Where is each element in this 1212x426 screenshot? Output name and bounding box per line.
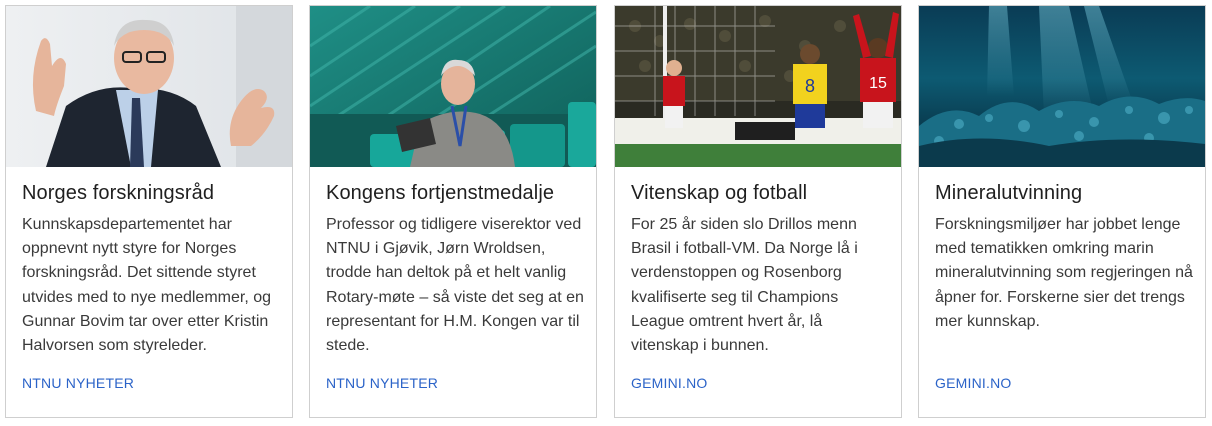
news-card-source-link[interactable]: GEMINI.NO xyxy=(631,374,707,392)
news-card-source-link[interactable]: GEMINI.NO xyxy=(935,374,1011,392)
news-card-summary: Kunnskapsdepartementet har oppnevnt nytt… xyxy=(22,216,272,355)
news-card[interactable]: Norges forskningsråd Kunnskapsdepartemen… xyxy=(5,5,293,418)
underwater-seabed-photo xyxy=(919,6,1205,167)
news-card[interactable]: Kongens fortjenstmedalje Professor og ti… xyxy=(309,5,597,418)
news-card-image[interactable]: 8 15 xyxy=(615,6,901,167)
news-card-source-link[interactable]: NTNU NYHETER xyxy=(22,374,134,392)
news-card-title[interactable]: Vitenskap og fotball xyxy=(631,180,893,206)
news-card-image[interactable] xyxy=(310,6,596,167)
speaker-photo xyxy=(6,6,292,167)
news-card-title[interactable]: Kongens fortjenstmedalje xyxy=(326,180,588,206)
news-card[interactable]: 8 15 Vitenskap og fotball For 25 år side… xyxy=(614,5,902,418)
news-card-source-link[interactable]: NTNU NYHETER xyxy=(326,374,438,392)
news-card-image[interactable] xyxy=(6,6,292,167)
news-card[interactable]: Mineralutvinning Forskningsmiljøer har j… xyxy=(918,5,1206,418)
news-card-summary: For 25 år siden slo Drillos menn Brasil … xyxy=(631,216,858,355)
news-card-title[interactable]: Mineralutvinning xyxy=(935,180,1197,206)
svg-text:15: 15 xyxy=(869,75,887,92)
news-card-image[interactable] xyxy=(919,6,1205,167)
news-card-summary: Forskningsmiljøer har jobbet lenge med t… xyxy=(935,216,1193,330)
football-match-photo: 8 15 xyxy=(615,6,901,167)
news-card-summary: Professor og tidligere viserektor ved NT… xyxy=(326,216,584,355)
svg-text:8: 8 xyxy=(805,76,815,96)
news-card-title[interactable]: Norges forskningsråd xyxy=(22,180,284,206)
news-card-grid: Norges forskningsråd Kunnskapsdepartemen… xyxy=(5,5,1207,418)
auditorium-photo xyxy=(310,6,596,167)
